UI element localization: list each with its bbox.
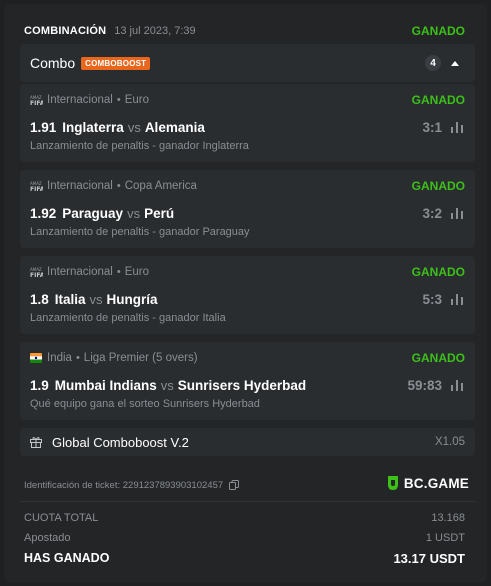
leg-status: GANADO	[411, 265, 465, 279]
staked-label: Apostado	[24, 532, 71, 544]
market-description: Lanzamiento de penaltis - ganador Paragu…	[30, 226, 250, 238]
bet-leg: AMAZ FIFA Internacional • Euro GANADO 1.…	[20, 84, 475, 162]
home-team[interactable]: Inglaterra	[62, 120, 124, 135]
vs-label: vs	[89, 291, 103, 307]
total-odds-row: CUOTA TOTAL 13.168	[24, 510, 465, 526]
match-score: 5:3	[422, 291, 442, 307]
fifa-icon: AMAZ FIFA	[30, 95, 43, 106]
total-odds-value: 13.168	[431, 512, 465, 524]
competition-name: Euro	[124, 266, 150, 278]
leg-status: GANADO	[411, 351, 465, 365]
market-description: Lanzamiento de penaltis - ganador Inglat…	[30, 140, 249, 152]
comboboost-multiplier: X1.05	[434, 436, 465, 448]
bet-type: COMBINACIÓN	[24, 25, 107, 37]
away-team[interactable]: Perú	[144, 206, 174, 221]
home-team[interactable]: Mumbai Indians	[55, 378, 157, 393]
leg-odds: 1.91	[30, 119, 57, 135]
stats-icon[interactable]	[451, 379, 463, 391]
ticket-id: Identificación de ticket: 22912378939031…	[24, 478, 240, 492]
bet-leg: AMAZ FIFA Internacional • Euro GANADO 1.…	[20, 256, 475, 334]
comboboost-label: Global Comboboost V.2	[52, 434, 189, 450]
away-team[interactable]: Alemania	[145, 120, 205, 135]
league-name: Internacional	[47, 180, 113, 192]
separator-dot: •	[75, 352, 80, 364]
leg-odds: 1.92	[30, 205, 57, 221]
competition-name: Euro	[124, 94, 150, 106]
comboboost-badge: COMBOBOOST	[81, 56, 151, 70]
combo-label: Combo	[30, 55, 76, 71]
gift-icon	[30, 437, 42, 448]
bcgame-logo: BC.GAME	[386, 475, 469, 491]
bet-card: COMBINACIÓN 13 jul 2023, 7:39 GANADO Com…	[4, 4, 487, 582]
leg-odds: 1.8	[30, 291, 49, 307]
won-value: 13.17 USDT	[393, 550, 465, 566]
match-score: 59:83	[407, 377, 442, 393]
bet-date: 13 jul 2023, 7:39	[114, 25, 196, 37]
separator-dot: •	[116, 266, 121, 278]
league-name: Internacional	[47, 94, 113, 106]
staked-value: 1 USDT	[425, 532, 465, 544]
leg-status: GANADO	[411, 179, 465, 193]
svg-text:FIFA: FIFA	[30, 186, 43, 192]
separator-dot: •	[116, 94, 121, 106]
divider	[20, 501, 475, 502]
away-team[interactable]: Sunrisers Hyderbad	[178, 378, 306, 393]
away-team[interactable]: Hungría	[107, 292, 158, 307]
bcgame-logo-icon	[387, 476, 398, 490]
comboboost-row: Global Comboboost V.2 X1.05	[20, 428, 475, 456]
total-odds-label: CUOTA TOTAL	[24, 512, 99, 524]
home-team[interactable]: Italia	[55, 292, 86, 307]
market-description: Qué equipo gana el sorteo Sunrisers Hyde…	[30, 398, 260, 410]
competition-name: Liga Premier (5 overs)	[83, 352, 198, 364]
market-description: Lanzamiento de penaltis - ganador Italia	[30, 312, 226, 324]
stats-icon[interactable]	[451, 293, 463, 305]
bcgame-logo-text: BC.GAME	[403, 475, 469, 491]
staked-row: Apostado 1 USDT	[24, 530, 465, 546]
home-team[interactable]: Paraguay	[62, 206, 123, 221]
league-name: India	[47, 352, 72, 364]
vs-label: vs	[160, 377, 174, 393]
bet-leg: AMAZ FIFA Internacional • Copa America G…	[20, 170, 475, 248]
vs-label: vs	[127, 205, 141, 221]
fifa-icon: AMAZ FIFA	[30, 267, 43, 278]
leg-status: GANADO	[411, 93, 465, 107]
svg-text:FIFA: FIFA	[30, 100, 43, 106]
match-score: 3:2	[422, 205, 442, 221]
svg-text:FIFA: FIFA	[30, 272, 43, 278]
stats-icon[interactable]	[451, 121, 463, 133]
stats-icon[interactable]	[451, 207, 463, 219]
league-name: Internacional	[47, 266, 113, 278]
won-label: HAS GANADO	[24, 551, 110, 565]
competition-name: Copa America	[124, 180, 197, 192]
separator-dot: •	[116, 180, 121, 192]
vs-label: vs	[127, 119, 141, 135]
fifa-icon: AMAZ FIFA	[30, 181, 43, 192]
match-score: 3:1	[422, 119, 442, 135]
copy-icon[interactable]	[229, 480, 240, 490]
selection-count-badge: 4	[425, 55, 441, 71]
india-flag-icon	[30, 353, 42, 363]
leg-odds: 1.9	[30, 377, 49, 393]
won-row: HAS GANADO 13.17 USDT	[24, 550, 465, 566]
ticket-id-text: Identificación de ticket: 22912378939031…	[24, 479, 224, 491]
chevron-up-icon[interactable]	[451, 60, 459, 66]
bet-status: GANADO	[411, 24, 465, 38]
bet-header: COMBINACIÓN 13 jul 2023, 7:39 GANADO	[24, 22, 465, 40]
bet-leg: India • Liga Premier (5 overs) GANADO 1.…	[20, 342, 475, 420]
combo-header[interactable]: Combo COMBOBOOST 4	[20, 44, 475, 82]
